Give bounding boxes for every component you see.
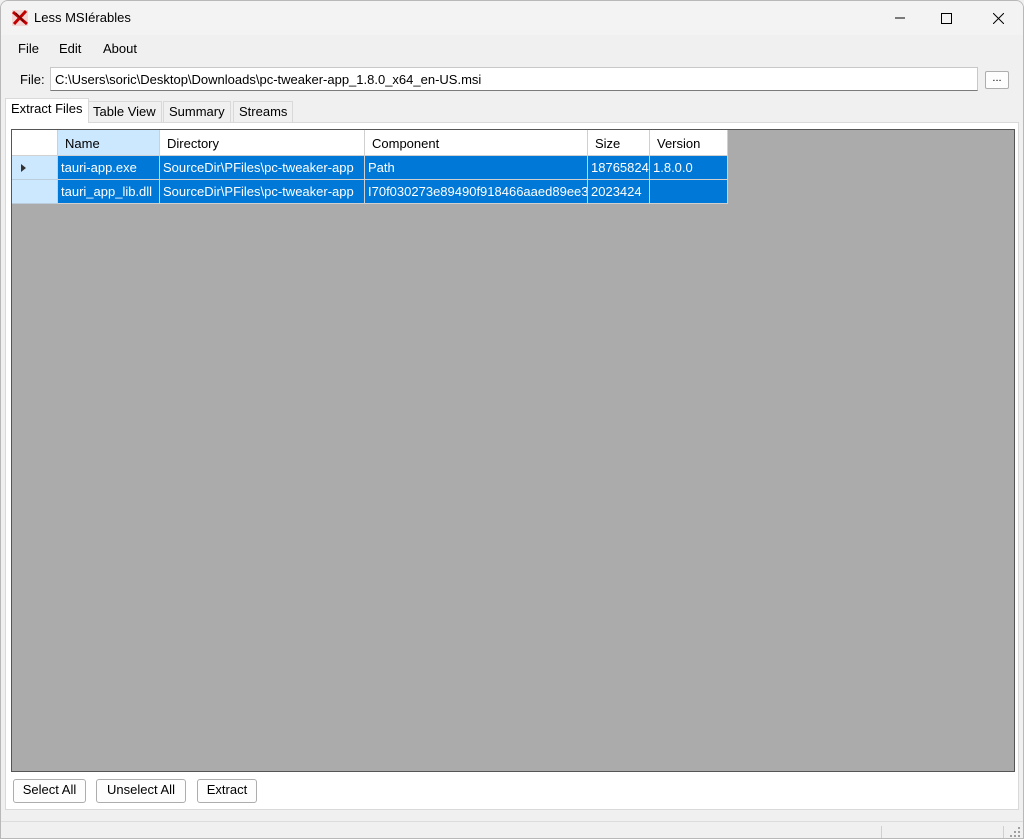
resize-grip-icon[interactable]	[1009, 826, 1021, 838]
cell-size[interactable]: 18765824	[588, 156, 650, 180]
row-header[interactable]	[12, 156, 58, 180]
menu-bar: File Edit About	[1, 37, 1023, 61]
column-header-directory[interactable]: Directory	[160, 130, 365, 156]
extract-button[interactable]: Extract	[197, 779, 257, 803]
menu-edit[interactable]: Edit	[57, 41, 83, 56]
column-header-version[interactable]: Version	[650, 130, 728, 156]
status-separator	[881, 826, 882, 838]
menu-file[interactable]: File	[16, 41, 41, 56]
status-bar	[1, 821, 1023, 838]
app-logo-icon	[12, 9, 28, 26]
cell-size[interactable]: 2023424	[588, 180, 650, 204]
maximize-button[interactable]	[923, 1, 969, 35]
cell-name[interactable]: tauri-app.exe	[58, 156, 160, 180]
tab-summary[interactable]: Summary	[163, 101, 231, 122]
menu-about[interactable]: About	[101, 41, 139, 56]
cell-component[interactable]: I70f030273e89490f918466aaed89ee38	[365, 180, 588, 204]
file-label: File:	[20, 72, 45, 87]
current-row-arrow-icon	[21, 164, 26, 172]
title-bar[interactable]: Less MSIérables	[1, 1, 1023, 35]
close-button[interactable]	[975, 1, 1021, 35]
cell-version[interactable]: 1.8.0.0	[650, 156, 728, 180]
tab-streams[interactable]: Streams	[233, 101, 294, 122]
cell-version[interactable]	[650, 180, 728, 204]
row-header-corner[interactable]	[12, 130, 58, 156]
cell-name[interactable]: tauri_app_lib.dll	[58, 180, 160, 204]
column-header-name[interactable]: Name	[58, 130, 160, 156]
cell-directory[interactable]: SourceDir\PFiles\pc-tweaker-app	[160, 180, 365, 204]
column-header-size[interactable]: Size	[588, 130, 650, 156]
select-all-button[interactable]: Select All	[13, 779, 86, 803]
row-header[interactable]	[12, 180, 58, 204]
unselect-all-button[interactable]: Unselect All	[96, 779, 186, 803]
tab-extract-files[interactable]: Extract Files	[5, 98, 89, 123]
close-icon	[992, 12, 1004, 24]
cell-directory[interactable]: SourceDir\PFiles\pc-tweaker-app	[160, 156, 365, 180]
window-title: Less MSIérables	[34, 10, 131, 25]
file-path-input[interactable]	[50, 67, 978, 91]
app-window: Less MSIérables File Edit About File: ..…	[0, 0, 1024, 839]
minimize-icon	[895, 17, 905, 19]
minimize-button[interactable]	[877, 1, 923, 35]
files-grid[interactable]: Name Directory Component Size Version ta…	[11, 129, 1015, 772]
tab-table-view[interactable]: Table View	[87, 101, 162, 122]
browse-button[interactable]: ...	[985, 71, 1009, 89]
status-separator	[1003, 826, 1004, 838]
cell-component[interactable]: Path	[365, 156, 588, 180]
maximize-icon	[940, 12, 952, 24]
column-header-component[interactable]: Component	[365, 130, 588, 156]
